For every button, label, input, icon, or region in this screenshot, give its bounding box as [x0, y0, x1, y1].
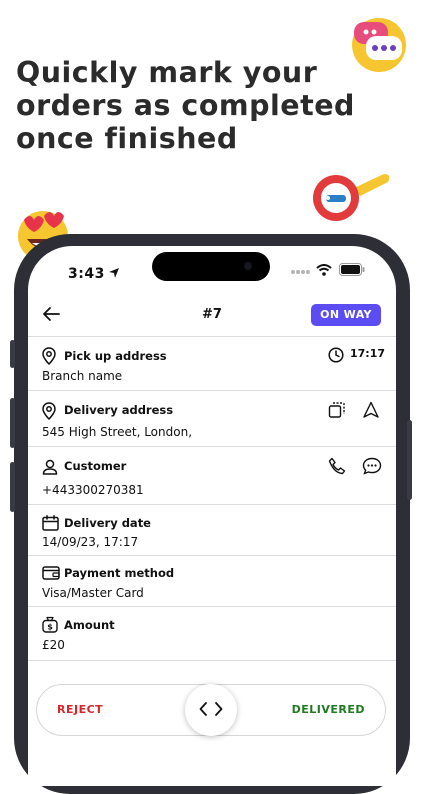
phone-icon[interactable]: [328, 457, 346, 475]
wifi-icon: [316, 264, 332, 276]
status-badge: ON WAY: [311, 304, 381, 326]
delivery-value: 545 High Street, London,: [42, 425, 193, 439]
delivery-date-value: 14/09/23, 17:17: [42, 535, 139, 549]
dynamic-island: [152, 252, 270, 281]
chat-icon[interactable]: [362, 457, 382, 475]
delivery-label: Delivery address: [64, 403, 174, 417]
amount-value: £20: [42, 638, 65, 652]
pickup-value: Branch name: [42, 369, 123, 383]
payment-value: Visa/Master Card: [42, 586, 144, 600]
phone-side-button: [10, 398, 15, 448]
phone-side-button: [10, 340, 15, 368]
pickup-time: 17:17: [350, 347, 386, 360]
wallet-icon: [42, 566, 60, 580]
delivery-row: Delivery address 545 High Street, London…: [28, 390, 396, 447]
swipe-handle[interactable]: [185, 684, 237, 736]
amount-label: Amount: [64, 618, 115, 632]
customer-phone: +443300270381: [42, 483, 144, 497]
phone-side-button: [407, 420, 412, 500]
clock-icon: [328, 347, 344, 363]
delivered-button[interactable]: DELIVERED: [292, 703, 365, 716]
location-pin-icon: [42, 402, 56, 420]
customer-row: Customer +443300270381: [28, 446, 396, 505]
payment-row: Payment method Visa/Master Card: [28, 555, 396, 607]
customer-label: Customer: [64, 459, 127, 473]
amount-row: $ Amount £20: [28, 606, 396, 663]
location-pin-icon: [42, 347, 56, 365]
headline: Quickly mark your orders as completed on…: [16, 56, 355, 155]
user-icon: [42, 459, 58, 475]
pickup-label: Pick up address: [64, 349, 167, 363]
copy-icon[interactable]: [328, 401, 346, 419]
speech-bubble-emoji-icon: [352, 18, 406, 72]
order-number: #7: [202, 307, 222, 322]
swipe-action-bar[interactable]: REJECT DELIVERED: [36, 684, 386, 736]
status-time: 3:43: [68, 266, 105, 282]
divider: [28, 660, 396, 662]
location-arrow-icon: [109, 268, 119, 278]
phone-screen: 3:43 #7 ON WAY Pick up address Branch na…: [28, 246, 396, 786]
phone-side-button: [10, 462, 15, 512]
money-bag-icon: $: [42, 616, 58, 633]
reject-button[interactable]: REJECT: [57, 703, 103, 716]
battery-icon: [339, 263, 365, 276]
magnifier-emoji-icon: [313, 174, 390, 221]
signal-icon: [291, 270, 310, 274]
chevrons-left-right-icon: [199, 702, 223, 716]
navigate-icon[interactable]: [362, 401, 380, 419]
payment-label: Payment method: [64, 566, 175, 580]
calendar-icon: [42, 515, 59, 531]
delivery-date-row: Delivery date 14/09/23, 17:17: [28, 504, 396, 556]
pickup-row: Pick up address Branch name: [28, 336, 396, 391]
back-arrow-icon[interactable]: [42, 306, 60, 322]
delivery-date-label: Delivery date: [64, 516, 151, 530]
svg-text:$: $: [47, 623, 53, 632]
